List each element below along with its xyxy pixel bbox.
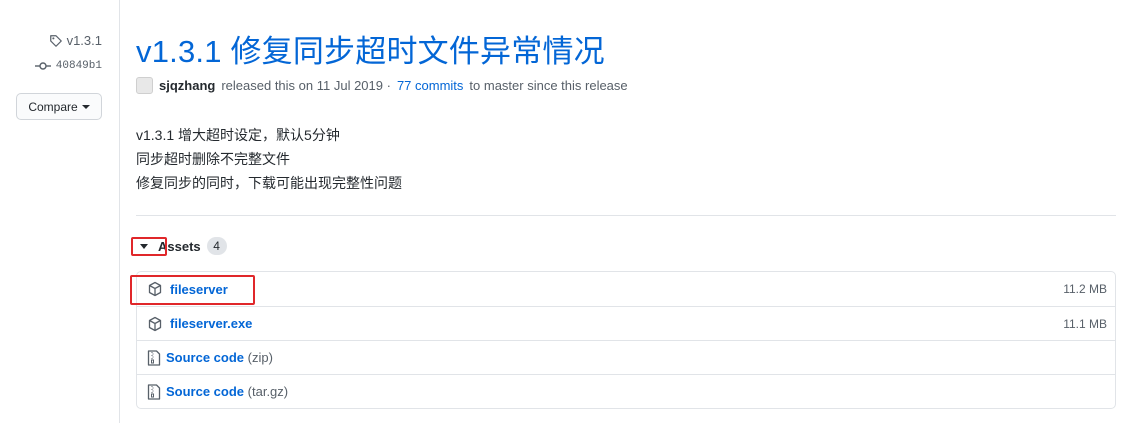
released-text: released this on 11 Jul 2019 ·	[221, 78, 391, 93]
asset-row-source-zip: Source code (zip)	[137, 340, 1115, 374]
chevron-down-icon	[81, 104, 90, 109]
author-link[interactable]: sjqzhang	[159, 78, 215, 93]
release-title[interactable]: v1.3.1 修复同步超时文件异常情况	[136, 26, 605, 71]
assets-label: Assets	[158, 238, 201, 254]
tag-link[interactable]: v1.3.1	[49, 33, 102, 48]
release-sidebar: v1.3.1 40849b1 Compare	[0, 0, 120, 423]
compare-label: Compare	[28, 99, 78, 114]
assets-list: fileserver 11.2 MB fileserver.exe 11.1 M…	[136, 271, 1116, 409]
commit-icon	[34, 61, 51, 71]
assets-header[interactable]: Assets 4	[136, 235, 227, 257]
release-note-line: 修复同步的同时，下载可能出现完整性问题	[136, 175, 402, 191]
release-notes: v1.3.1 增大超时设定，默认5分钟 同步超时删除不完整文件 修复同步的同时，…	[136, 123, 402, 195]
file-zip-icon	[147, 383, 161, 400]
package-icon	[147, 281, 163, 297]
release-note-line: 同步超时删除不完整文件	[136, 151, 290, 167]
assets-count-badge: 4	[206, 237, 227, 255]
compare-button[interactable]: Compare	[16, 93, 102, 120]
asset-size: 11.1 MB	[1063, 316, 1107, 331]
asset-ext: (tar.gz)	[247, 384, 289, 399]
avatar[interactable]	[136, 77, 153, 94]
asset-link[interactable]: Source code (tar.gz)	[166, 384, 288, 399]
tag-label: v1.3.1	[66, 33, 102, 48]
caret-down-icon	[140, 243, 148, 249]
commits-link[interactable]: 77 commits	[397, 78, 463, 93]
asset-link-text: Source code	[166, 350, 245, 365]
asset-size: 11.2 MB	[1063, 282, 1107, 296]
assets-toggle[interactable]	[136, 238, 152, 254]
asset-row-fileserver: fileserver 11.2 MB	[137, 272, 1115, 306]
commits-suffix: to master since this release	[469, 78, 628, 93]
release-note-line: v1.3.1 增大超时设定，默认5分钟	[136, 127, 340, 143]
asset-row-source-targz: Source code (tar.gz)	[137, 374, 1115, 408]
section-divider	[136, 215, 1116, 216]
sidebar-divider	[119, 0, 120, 423]
asset-link[interactable]: Source code (zip)	[166, 350, 273, 365]
release-page: v1.3.1 40849b1 Compare v1.3.1 修复同步超时文件异常…	[0, 0, 1140, 423]
tag-icon	[49, 34, 63, 48]
package-icon	[147, 316, 163, 332]
commit-link[interactable]: 40849b1	[34, 60, 102, 72]
release-meta: sjqzhang released this on 11 Jul 2019 · …	[136, 77, 628, 94]
commit-sha: 40849b1	[55, 60, 102, 72]
asset-link-text: Source code	[166, 384, 245, 399]
asset-link[interactable]: fileserver.exe	[170, 316, 252, 331]
asset-link[interactable]: fileserver	[170, 282, 228, 297]
asset-ext: (zip)	[247, 350, 273, 365]
file-zip-icon	[147, 349, 161, 366]
asset-row-fileserver-exe: fileserver.exe 11.1 MB	[137, 306, 1115, 340]
